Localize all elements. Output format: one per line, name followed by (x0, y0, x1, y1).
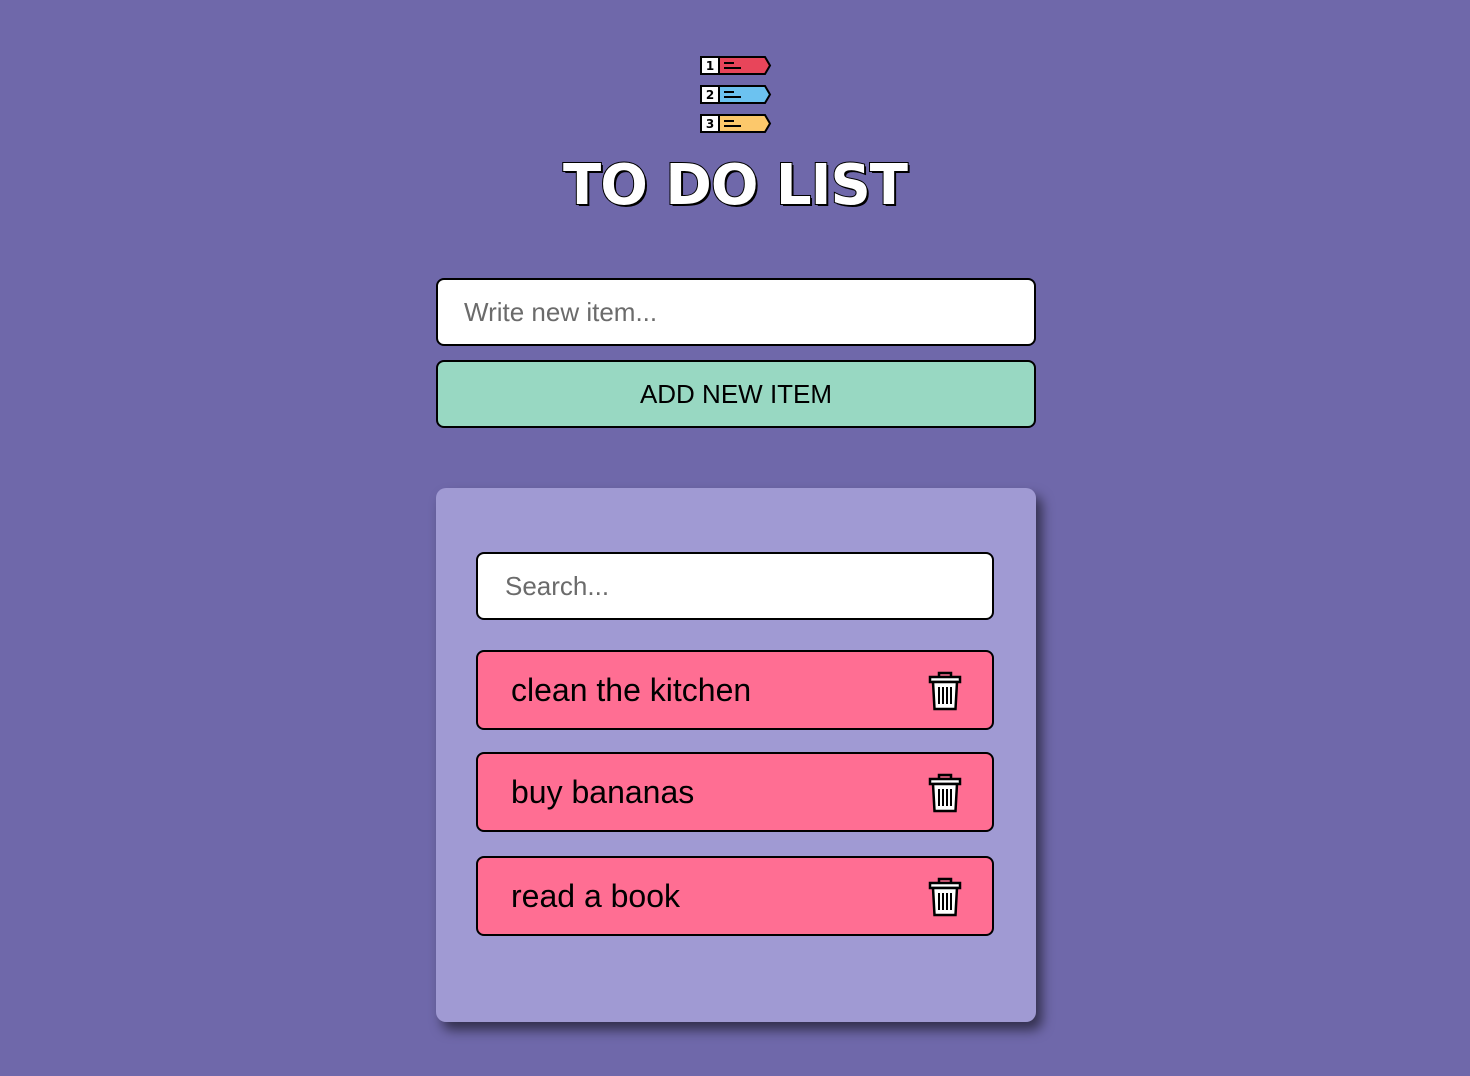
svg-text:1: 1 (706, 59, 714, 73)
trash-icon[interactable] (928, 877, 962, 917)
list-item-text: clean the kitchen (511, 672, 752, 708)
list-item: buy bananas (476, 752, 994, 832)
list-item-text: buy bananas (511, 774, 695, 810)
page-title: TO DO LIST (562, 152, 909, 219)
new-item-input[interactable] (436, 278, 1036, 346)
list-item-text: read a book (511, 878, 681, 914)
list-item: read a book (476, 856, 994, 936)
svg-text:3: 3 (706, 117, 714, 131)
add-new-item-button[interactable]: ADD NEW ITEM (436, 360, 1036, 428)
svg-text:2: 2 (706, 88, 714, 102)
search-input[interactable] (476, 552, 994, 620)
numbered-list-icon: 1 2 3 (700, 56, 772, 133)
trash-icon[interactable] (928, 671, 962, 711)
todo-list-panel: clean the kitchen buy bananas read a boo… (436, 488, 1036, 1022)
list-item: clean the kitchen (476, 650, 994, 730)
trash-icon[interactable] (928, 773, 962, 813)
